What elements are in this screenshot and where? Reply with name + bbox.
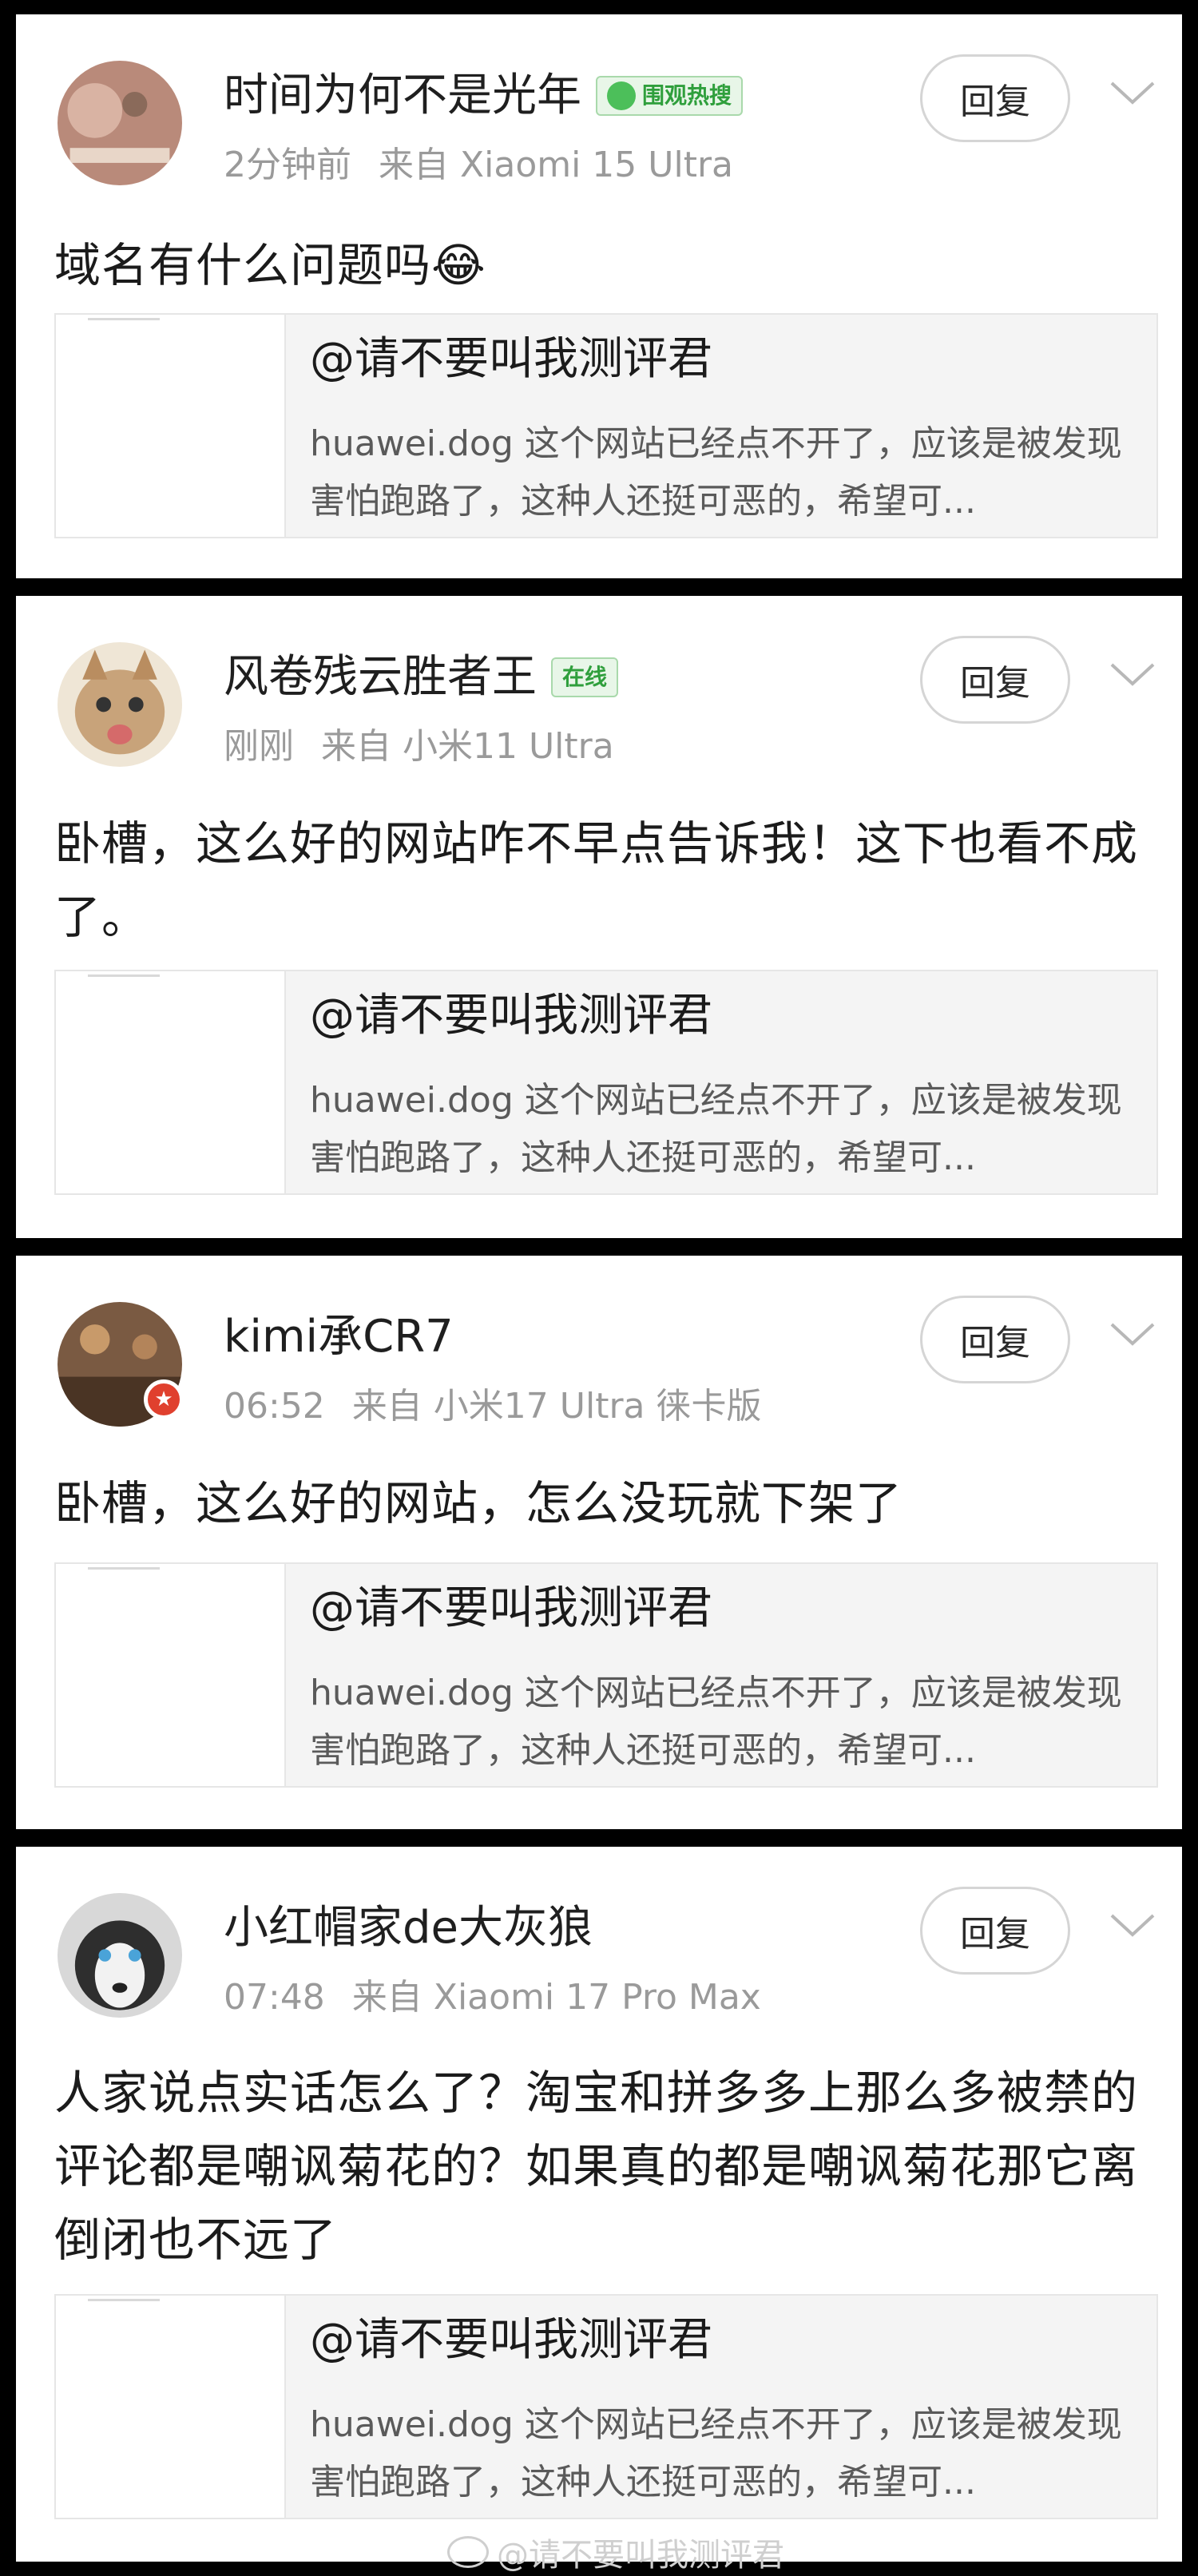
comment-time: 刚刚 xyxy=(224,726,294,767)
comment-meta: 刚刚 来自 小米11 Ultra xyxy=(224,717,614,768)
quoted-post-thumbnail xyxy=(56,2296,286,2518)
smile-icon xyxy=(607,81,636,111)
comment-text: 卧槽，这么好的网站咋不早点告诉我！这下也看不成了。 xyxy=(54,816,1139,944)
tag-label: 围观热搜 xyxy=(642,82,732,109)
star-badge-icon: ★ xyxy=(144,1379,184,1419)
quoted-post-text: huawei.dog 这个网站已经点不开了，应该是被发现害怕跑路了，这种人还挺可… xyxy=(310,1673,1122,1771)
comment-device: 来自 小米11 Ultra xyxy=(321,726,614,767)
quoted-post[interactable]: @请不要叫我测评君 huawei.dog 这个网站已经点不开了，应该是被发现害怕… xyxy=(54,2294,1158,2519)
comment-meta: 07:48 来自 Xiaomi 17 Pro Max xyxy=(224,1968,761,2019)
quoted-post[interactable]: @请不要叫我测评君 huawei.dog 这个网站已经点不开了，应该是被发现害怕… xyxy=(54,1562,1158,1788)
watermark-text: @请不要叫我测评君 xyxy=(497,2537,784,2574)
weibo-icon xyxy=(447,2536,489,2568)
comment-meta: 06:52 来自 小米17 Ultra 徕卡版 xyxy=(224,1377,762,1428)
comment-card: 小红帽家de大灰狼 07:48 来自 Xiaomi 17 Pro Max 回复 人… xyxy=(16,1847,1182,2562)
username-row: 风卷残云胜者王 在线 xyxy=(224,651,619,703)
chevron-down-icon[interactable] xyxy=(1107,1318,1158,1350)
avatar[interactable] xyxy=(58,61,182,185)
username-row: 时间为何不是光年 围观热搜 xyxy=(224,69,744,121)
online-tag: 在线 xyxy=(551,657,619,698)
comment-device: 来自 Xiaomi 17 Pro Max xyxy=(351,1977,761,2018)
comment-card: ★ kimi承CR7 06:52 来自 小米17 Ultra 徕卡版 回复 卧槽，… xyxy=(16,1256,1182,1829)
avatar-image xyxy=(58,1893,182,2018)
avatar[interactable] xyxy=(58,642,182,767)
quoted-post-author: @请不要叫我测评君 xyxy=(310,990,712,1042)
comment-time: 2分钟前 xyxy=(224,145,351,185)
quoted-post-thumbnail xyxy=(56,1564,286,1786)
reply-button[interactable]: 回复 xyxy=(920,636,1070,724)
tag-label: 在线 xyxy=(562,664,608,691)
username[interactable]: 时间为何不是光年 xyxy=(224,69,581,121)
comment-card: 风卷残云胜者王 在线 刚刚 来自 小米11 Ultra 回复 卧槽，这么好的网站咋… xyxy=(16,596,1182,1238)
avatar[interactable] xyxy=(58,1893,182,2018)
watermark: @请不要叫我测评君 xyxy=(447,2529,784,2575)
quoted-post-author: @请不要叫我测评君 xyxy=(310,1582,712,1634)
reply-button[interactable]: 回复 xyxy=(920,1887,1070,1975)
comment-text: 卧槽，这么好的网站，怎么没玩就下架了 xyxy=(54,1476,903,1530)
chevron-down-icon[interactable] xyxy=(1107,77,1158,109)
hot-search-tag: 围观热搜 xyxy=(596,76,744,117)
reply-button[interactable]: 回复 xyxy=(920,1296,1070,1383)
quoted-post-thumbnail xyxy=(56,971,286,1193)
comment-time: 06:52 xyxy=(224,1386,325,1427)
quoted-post-thumbnail xyxy=(56,315,286,537)
comment-text: 人家说点实话怎么了？淘宝和拼多多上那么多被禁的评论都是嘲讽菊花的？如果真的都是嘲… xyxy=(54,2066,1139,2267)
chevron-down-icon[interactable] xyxy=(1107,1909,1158,1941)
username[interactable]: 风卷残云胜者王 xyxy=(224,651,537,703)
comment-text: 域名有什么问题吗😂 xyxy=(54,238,486,292)
comment-device: 来自 Xiaomi 15 Ultra xyxy=(379,145,734,185)
quoted-post[interactable]: @请不要叫我测评君 huawei.dog 这个网站已经点不开了，应该是被发现害怕… xyxy=(54,970,1158,1195)
avatar-image xyxy=(58,642,182,767)
comment-time: 07:48 xyxy=(224,1977,325,2018)
quoted-post-author: @请不要叫我测评君 xyxy=(310,333,712,385)
quoted-post-author: @请不要叫我测评君 xyxy=(310,2314,712,2366)
quoted-post[interactable]: @请不要叫我测评君 huawei.dog 这个网站已经点不开了，应该是被发现害怕… xyxy=(54,313,1158,538)
avatar-image xyxy=(58,61,182,185)
username[interactable]: 小红帽家de大灰狼 xyxy=(224,1902,593,1954)
username-row: kimi承CR7 xyxy=(224,1311,454,1363)
quoted-post-text: huawei.dog 这个网站已经点不开了，应该是被发现害怕跑路了，这种人还挺可… xyxy=(310,2404,1122,2503)
chevron-down-icon[interactable] xyxy=(1107,658,1158,690)
quoted-post-text: huawei.dog 这个网站已经点不开了，应该是被发现害怕跑路了，这种人还挺可… xyxy=(310,423,1122,522)
quoted-post-text: huawei.dog 这个网站已经点不开了，应该是被发现害怕跑路了，这种人还挺可… xyxy=(310,1080,1122,1178)
username-row: 小红帽家de大灰狼 xyxy=(224,1902,593,1954)
comment-card: 时间为何不是光年 围观热搜 2分钟前 来自 Xiaomi 15 Ultra 回复 … xyxy=(16,14,1182,578)
comment-meta: 2分钟前 来自 Xiaomi 15 Ultra xyxy=(224,136,733,187)
comment-device: 来自 小米17 Ultra 徕卡版 xyxy=(351,1386,762,1427)
reply-button[interactable]: 回复 xyxy=(920,54,1070,142)
username[interactable]: kimi承CR7 xyxy=(224,1311,454,1363)
